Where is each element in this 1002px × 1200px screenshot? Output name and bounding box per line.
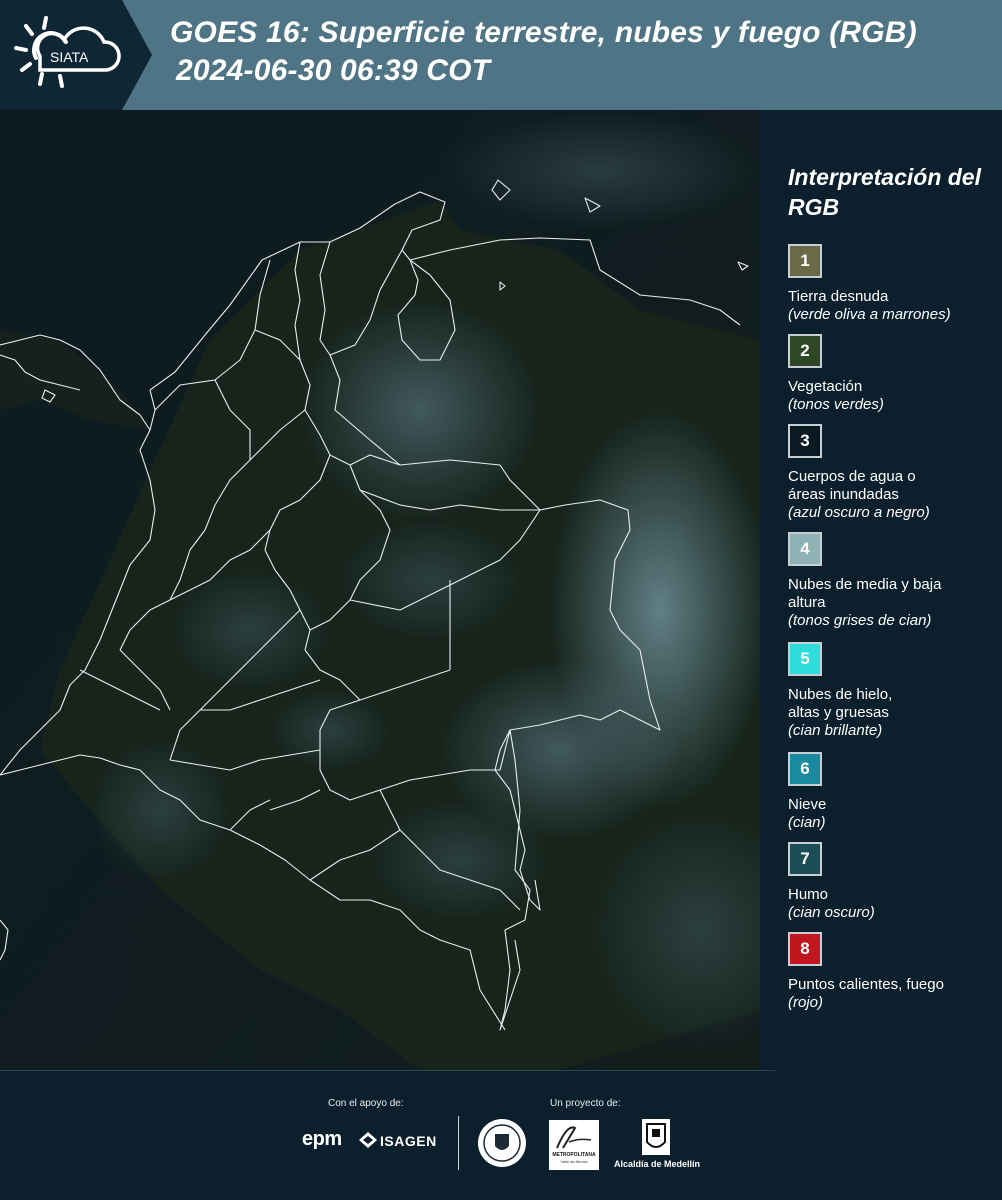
epm-logo: epm <box>302 1128 342 1150</box>
legend-label-5: Nubes de hielo, altas y gruesas <box>788 686 893 721</box>
metro-subtitle: Valle de Aburrá <box>560 1159 588 1164</box>
page-title: GOES 16: Superficie terrestre, nubes y f… <box>170 14 1000 90</box>
header: SIATA GOES 16: Superficie terrestre, nub… <box>0 0 1002 110</box>
legend-desc-3: (azul oscuro a negro) <box>788 504 930 521</box>
footer: Con el apoyo de: Un proyecto de: epm ISA… <box>0 1070 1002 1200</box>
legend-swatch-5: 5 <box>788 642 822 676</box>
satellite-map[interactable] <box>0 110 760 1070</box>
legend-swatch-1: 1 <box>788 244 822 278</box>
satellite-image <box>0 110 760 1070</box>
legend-item-6: 6 Nieve (cian) <box>788 752 1000 832</box>
legend-item-1: 1 Tierra desnuda (verde oliva a marrones… <box>788 244 1000 324</box>
legend-label-4: Nubes de media y baja altura <box>788 576 942 611</box>
support-label: Con el apoyo de: <box>328 1098 404 1109</box>
legend-item-8: 8 Puntos calientes, fuego (rojo) <box>788 932 1000 1012</box>
footer-rule <box>0 1070 775 1071</box>
legend-swatch-7: 7 <box>788 842 822 876</box>
logo-text: SIATA <box>50 49 89 65</box>
legend-label-3: Cuerpos de agua o áreas inundadas <box>788 468 916 503</box>
title-line-1: GOES 16: Superficie terrestre, nubes y f… <box>170 16 917 49</box>
legend-panel: Interpretación del RGB 1 Tierra desnuda … <box>760 110 1002 1070</box>
metro-name: METROPOLITANA <box>552 1152 596 1158</box>
title-timestamp: 2024-06-30 06:39 COT <box>176 54 491 87</box>
legend-desc-1: (verde oliva a marrones) <box>788 306 951 323</box>
legend-item-3: 3 Cuerpos de agua o áreas inundadas (azu… <box>788 424 1000 522</box>
legend-item-7: 7 Humo (cian oscuro) <box>788 842 1000 922</box>
alcaldia-logo-text: Alcaldía de Medellín <box>613 1159 701 1169</box>
legend-desc-8: (rojo) <box>788 994 824 1011</box>
isagen-logo: ISAGEN <box>380 1133 437 1149</box>
legend-desc-6: (cian) <box>788 814 826 831</box>
legend-item-4: 4 Nubes de media y baja altura (tonos gr… <box>788 532 1000 630</box>
seal-icon <box>478 1119 526 1167</box>
legend-desc-2: (tonos verdes) <box>788 396 884 413</box>
legend-swatch-8: 8 <box>788 932 822 966</box>
isagen-icon <box>359 1132 377 1148</box>
legend-label-8: Puntos calientes, fuego <box>788 976 944 993</box>
legend-swatch-6: 6 <box>788 752 822 786</box>
footer-divider <box>458 1116 459 1170</box>
legend-label-1: Tierra desnuda <box>788 288 889 305</box>
alcaldia-shield-icon <box>642 1119 670 1155</box>
legend-item-5: 5 Nubes de hielo, altas y gruesas (cian … <box>788 642 1000 740</box>
legend-desc-7: (cian oscuro) <box>788 904 875 921</box>
legend-desc-5: (cian brillante) <box>788 722 883 739</box>
legend-label-2: Vegetación <box>788 378 863 395</box>
project-label: Un proyecto de: <box>550 1098 621 1109</box>
legend-title: Interpretación del RGB <box>788 164 981 220</box>
legend-swatch-3: 3 <box>788 424 822 458</box>
legend-item-2: 2 Vegetación (tonos verdes) <box>788 334 1000 414</box>
legend-swatch-4: 4 <box>788 532 822 566</box>
legend-label-7: Humo <box>788 886 829 903</box>
legend-desc-4: (tonos grises de cian) <box>788 612 932 629</box>
legend-swatch-2: 2 <box>788 334 822 368</box>
area-metropolitana-icon <box>556 1126 592 1149</box>
legend-label-6: Nieve <box>788 796 827 813</box>
siata-logo: SIATA <box>14 16 121 88</box>
